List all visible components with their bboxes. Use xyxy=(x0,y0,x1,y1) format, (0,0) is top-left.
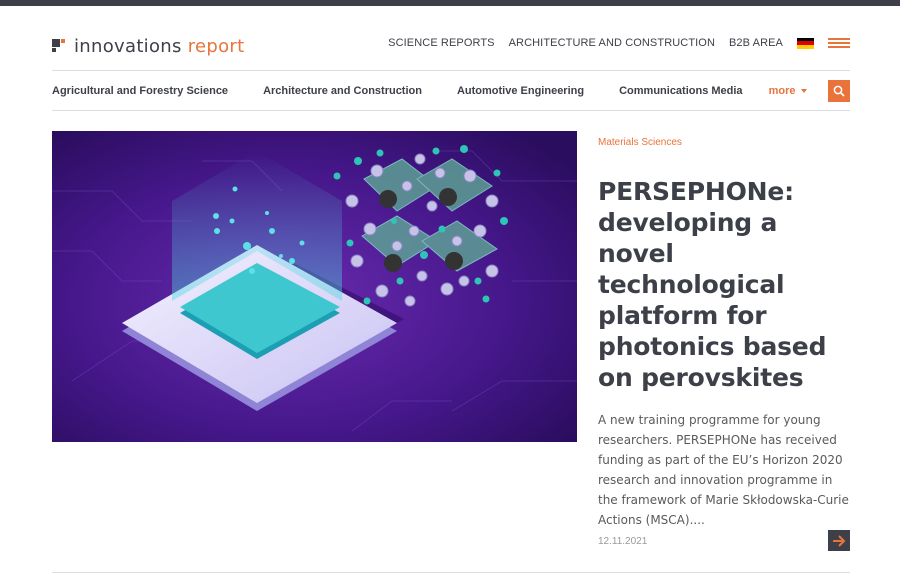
logo-text-part2: report xyxy=(187,35,245,57)
german-flag-icon[interactable] xyxy=(797,37,814,49)
featured-article-image[interactable] xyxy=(52,131,577,442)
search-button[interactable] xyxy=(828,80,850,102)
category-divider xyxy=(52,110,850,111)
article-teaser: A new training programme for young resea… xyxy=(598,413,849,527)
article-title[interactable]: PERSEPHONe: developing a novel technolog… xyxy=(598,176,853,393)
logo-mark-icon xyxy=(52,39,66,53)
top-bar xyxy=(0,0,900,6)
category-agricultural-forestry[interactable]: Agricultural and Forestry Science xyxy=(52,85,228,97)
category-navigation: Agricultural and Forestry Science Archit… xyxy=(52,80,850,102)
article-category[interactable]: Materials Sciences xyxy=(598,137,853,148)
article-date: 12.11.2021 xyxy=(598,536,648,547)
read-more-button[interactable] xyxy=(828,530,850,551)
top-navigation: SCIENCE REPORTS ARCHITECTURE AND CONSTRU… xyxy=(388,37,850,49)
header-divider xyxy=(52,70,850,71)
top-link-science-reports[interactable]: SCIENCE REPORTS xyxy=(388,37,494,49)
category-automotive-engineering[interactable]: Automotive Engineering xyxy=(457,85,584,97)
top-link-architecture-construction[interactable]: ARCHITECTURE AND CONSTRUCTION xyxy=(509,37,715,49)
category-architecture-construction[interactable]: Architecture and Construction xyxy=(263,85,422,97)
logo[interactable]: innovations report xyxy=(52,33,244,59)
top-link-b2b-area[interactable]: B2B AREA xyxy=(729,37,783,49)
category-communications-media[interactable]: Communications Media xyxy=(619,85,742,97)
hamburger-icon[interactable] xyxy=(828,38,850,48)
arrow-right-icon xyxy=(833,534,846,547)
more-dropdown[interactable]: more xyxy=(769,85,808,97)
featured-article: Materials Sciences PERSEPHONe: developin… xyxy=(598,131,853,530)
article-bottom-divider xyxy=(52,572,850,573)
logo-text: innovations report xyxy=(74,36,244,57)
search-icon xyxy=(833,85,845,97)
logo-text-part1: innovations xyxy=(74,35,182,57)
chevron-down-icon xyxy=(801,89,808,93)
more-label: more xyxy=(768,85,796,97)
